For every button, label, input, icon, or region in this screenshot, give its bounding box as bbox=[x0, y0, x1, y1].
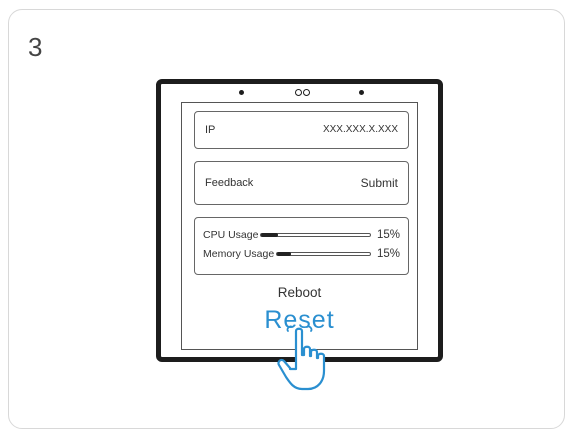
cpu-usage-percent: 15% bbox=[376, 229, 400, 241]
device-frame: IP XXX.XXX.X.XXX Feedback Submit CPU Usa… bbox=[156, 79, 443, 362]
ip-row: IP XXX.XXX.X.XXX bbox=[194, 111, 409, 149]
cpu-usage-label: CPU Usage bbox=[203, 229, 259, 241]
memory-usage-row: Memory Usage 15% bbox=[203, 246, 400, 262]
feedback-label: Feedback bbox=[205, 177, 254, 189]
ip-value: XXX.XXX.X.XXX bbox=[322, 124, 398, 135]
cpu-usage-fill bbox=[261, 233, 278, 237]
reboot-button[interactable]: Reboot bbox=[182, 285, 417, 300]
cpu-usage-row: CPU Usage 15% bbox=[203, 227, 400, 243]
submit-button[interactable]: Submit bbox=[361, 176, 398, 190]
cpu-usage-bar bbox=[260, 233, 371, 237]
hand-pointer-icon bbox=[277, 325, 326, 391]
sensor-dot-right bbox=[359, 90, 364, 95]
memory-usage-label: Memory Usage bbox=[203, 248, 275, 260]
feedback-row[interactable]: Feedback Submit bbox=[194, 161, 409, 205]
memory-usage-fill bbox=[277, 252, 292, 256]
camera-ring-left bbox=[295, 89, 302, 96]
memory-usage-bar bbox=[276, 252, 371, 256]
camera-ring-right bbox=[303, 89, 310, 96]
usage-panel: CPU Usage 15% Memory Usage 15% bbox=[194, 217, 409, 275]
step-number: 3 bbox=[28, 32, 43, 62]
memory-usage-percent: 15% bbox=[376, 248, 400, 260]
ip-label: IP bbox=[205, 124, 216, 136]
sensor-dot-left bbox=[239, 90, 244, 95]
device-screen: IP XXX.XXX.X.XXX Feedback Submit CPU Usa… bbox=[181, 102, 418, 350]
